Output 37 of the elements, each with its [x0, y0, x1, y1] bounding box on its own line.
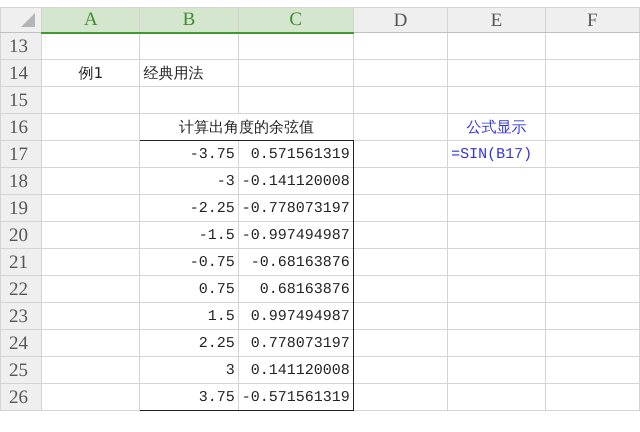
row-header[interactable]: 18: [0, 168, 42, 194]
table-cell: 0.68163876: [238, 276, 354, 302]
column-header[interactable]: F: [545, 8, 640, 32]
row-header[interactable]: 15: [0, 86, 42, 114]
select-all-icon[interactable]: [21, 13, 36, 27]
row-header[interactable]: 25: [0, 356, 42, 384]
table-cell: -0.141120008: [238, 168, 354, 194]
table-cell: -0.571561319: [238, 384, 354, 410]
table-cell: 0.571561319: [238, 140, 354, 168]
row-header[interactable]: 22: [0, 276, 42, 302]
column-header[interactable]: D: [353, 8, 448, 32]
row-header[interactable]: 20: [0, 222, 42, 248]
row-header[interactable]: 26: [0, 384, 42, 410]
column-header[interactable]: A: [42, 8, 140, 32]
table-cell: -0.997494987: [238, 222, 354, 248]
column-header[interactable]: B: [140, 8, 238, 32]
row-header[interactable]: 17: [0, 140, 42, 168]
row-header[interactable]: 23: [0, 302, 42, 330]
row-header[interactable]: 13: [0, 32, 42, 60]
table-cell: 3.75: [140, 384, 238, 410]
column-header[interactable]: C: [238, 8, 354, 32]
row-header[interactable]: 21: [0, 248, 42, 276]
table-cell: =SIN(B17): [448, 140, 546, 168]
column-header[interactable]: E: [448, 8, 546, 32]
table-cell: -0.778073197: [238, 194, 354, 222]
row-header[interactable]: 14: [0, 60, 42, 86]
table-cell: -0.68163876: [238, 248, 354, 276]
table-cell: 0.778073197: [238, 330, 354, 356]
table-cell: 经典用法: [140, 60, 238, 86]
table-cell: 例1: [42, 60, 140, 86]
row-header[interactable]: 24: [0, 330, 42, 356]
row-header[interactable]: 19: [0, 194, 42, 222]
table-cell: 公式显示: [448, 114, 546, 140]
table-cell: 0.997494987: [238, 302, 354, 330]
table-cell: 0.141120008: [238, 356, 354, 384]
table-cell: 计算出角度的余弦值: [140, 114, 354, 140]
row-header[interactable]: 16: [0, 114, 42, 140]
